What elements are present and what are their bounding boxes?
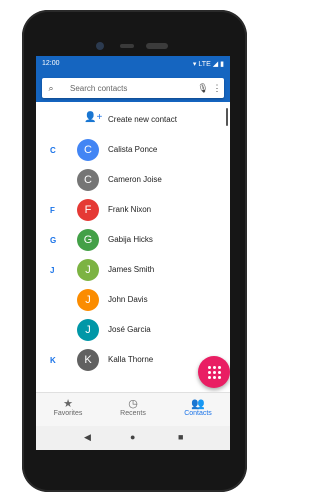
people-icon: 👥 bbox=[191, 398, 205, 410]
section-letter: C bbox=[50, 146, 56, 155]
system-navigation-bar: ◀ ● ■ bbox=[36, 426, 230, 450]
screen: 12:00 ▾ LTE ◢ ▮ ⌕ Search contacts 🎙 ⋮ 👤+… bbox=[36, 56, 230, 450]
dialpad-button[interactable] bbox=[198, 356, 230, 388]
contact-name: Gabija Hicks bbox=[108, 235, 153, 244]
avatar: J bbox=[77, 319, 99, 341]
list-item[interactable]: J John Davis bbox=[36, 286, 230, 316]
status-time: 12:00 bbox=[42, 60, 60, 67]
section-letter: F bbox=[50, 206, 55, 215]
avatar: C bbox=[77, 139, 99, 161]
wifi-icon: ▾ bbox=[192, 61, 197, 68]
list-item[interactable]: G G Gabija Hicks bbox=[36, 226, 230, 256]
add-person-icon: 👤+ bbox=[84, 112, 103, 123]
section-letter: J bbox=[50, 266, 55, 275]
more-options-icon[interactable]: ⋮ bbox=[210, 83, 224, 94]
battery-icon: ▮ bbox=[220, 61, 224, 68]
front-camera bbox=[96, 42, 104, 50]
signal-icon: ◢ bbox=[212, 61, 219, 68]
scrollbar[interactable] bbox=[226, 108, 228, 126]
status-icons: ▾ LTE ◢ ▮ bbox=[192, 60, 224, 69]
list-item[interactable]: C C Calista Ponce bbox=[36, 136, 230, 166]
tab-contacts[interactable]: 👥 Contacts bbox=[166, 397, 230, 417]
network-label: LTE bbox=[198, 60, 211, 68]
section-letter: K bbox=[50, 356, 56, 365]
avatar: J bbox=[77, 289, 99, 311]
contact-name: Calista Ponce bbox=[108, 145, 158, 154]
back-icon[interactable]: ◀ bbox=[84, 432, 91, 443]
tab-contacts-label: Contacts bbox=[184, 410, 212, 417]
create-contact-row[interactable]: 👤+ Create new contact bbox=[36, 106, 230, 136]
list-item[interactable]: F F Frank Nixon bbox=[36, 196, 230, 226]
status-bar: 12:00 ▾ LTE ◢ ▮ bbox=[36, 56, 230, 72]
star-icon: ★ bbox=[63, 398, 73, 410]
search-input[interactable]: Search contacts bbox=[70, 84, 196, 93]
tab-recents[interactable]: ◷ Recents bbox=[101, 397, 165, 417]
microphone-icon[interactable]: 🎙 bbox=[196, 83, 210, 94]
bottom-navigation: ★ Favorites ◷ Recents 👥 Contacts bbox=[36, 392, 230, 427]
search-bar[interactable]: ⌕ Search contacts 🎙 ⋮ bbox=[42, 78, 224, 98]
avatar: G bbox=[77, 229, 99, 251]
sensor bbox=[120, 44, 134, 48]
list-item[interactable]: J José Garcia bbox=[36, 316, 230, 346]
tab-recents-label: Recents bbox=[120, 410, 146, 417]
section-letter: G bbox=[50, 236, 57, 245]
clock-icon: ◷ bbox=[128, 398, 138, 410]
contact-list[interactable]: 👤+ Create new contact C C Calista Ponce … bbox=[36, 106, 230, 388]
earpiece-speaker bbox=[146, 43, 168, 49]
create-contact-label: Create new contact bbox=[108, 115, 177, 124]
contact-name: Kalla Thorne bbox=[108, 355, 154, 364]
contact-name: Frank Nixon bbox=[108, 205, 152, 214]
list-item[interactable]: J J James Smith bbox=[36, 256, 230, 286]
avatar: K bbox=[77, 349, 99, 371]
avatar: C bbox=[77, 169, 99, 191]
contact-name: John Davis bbox=[108, 295, 148, 304]
tab-favorites[interactable]: ★ Favorites bbox=[36, 397, 100, 417]
avatar: F bbox=[77, 199, 99, 221]
dialpad-icon bbox=[207, 365, 221, 379]
tab-favorites-label: Favorites bbox=[53, 410, 83, 417]
list-item[interactable]: C Cameron Joise bbox=[36, 166, 230, 196]
home-icon[interactable]: ● bbox=[130, 432, 135, 442]
search-icon[interactable]: ⌕ bbox=[42, 83, 60, 94]
recents-icon[interactable]: ■ bbox=[178, 432, 183, 442]
contact-name: Cameron Joise bbox=[108, 175, 162, 184]
contact-name: José Garcia bbox=[108, 325, 151, 334]
contact-name: James Smith bbox=[108, 265, 155, 274]
avatar: J bbox=[77, 259, 99, 281]
